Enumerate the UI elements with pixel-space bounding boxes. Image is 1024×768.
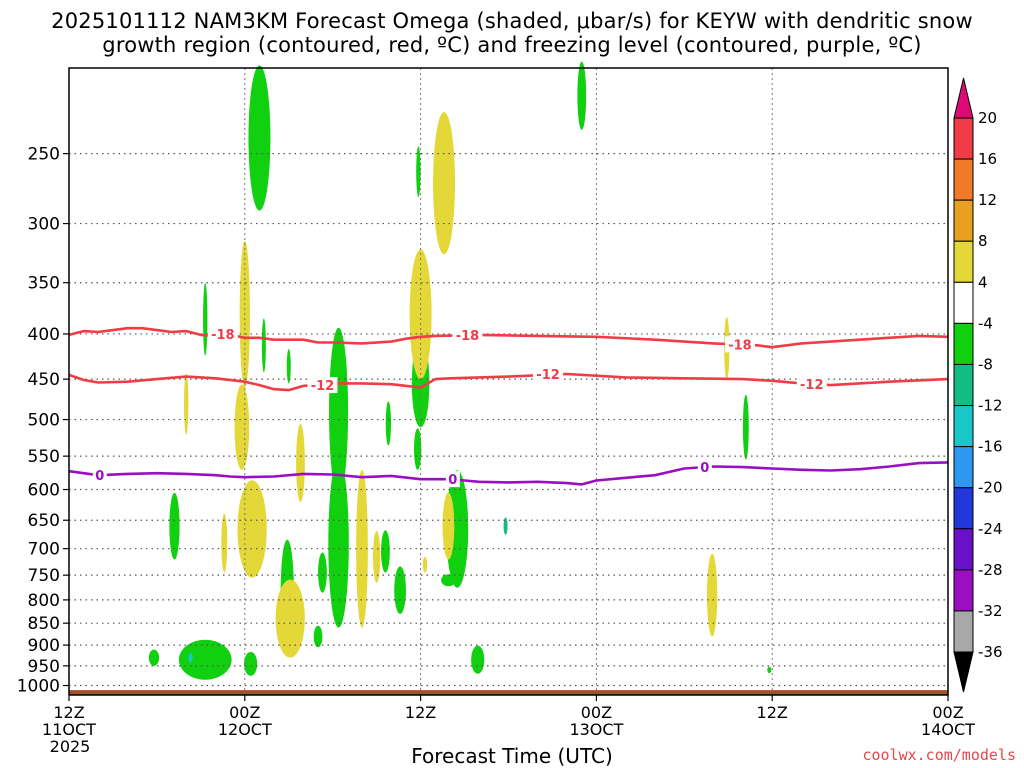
colorbar-label: -12 bbox=[978, 397, 1003, 415]
colorbar-label: -28 bbox=[978, 561, 1003, 579]
omega-shaded-region bbox=[394, 566, 406, 615]
contour-label: -18 bbox=[211, 328, 235, 343]
y-tick-label: 900 bbox=[28, 636, 60, 656]
omega-shaded-region bbox=[234, 384, 250, 470]
colorbar-band bbox=[953, 610, 974, 653]
omega-shaded-region bbox=[441, 574, 456, 587]
contour-label: -18 bbox=[456, 329, 480, 344]
omega-shaded-region bbox=[203, 283, 208, 356]
y-tick-label: 300 bbox=[28, 215, 60, 235]
omega-time-height-chart: -18 -18 -18 -12 -12 -12 0 0 0 250 300 350 400 450 500… bbox=[17, 61, 1003, 756]
omega-shaded-region bbox=[286, 348, 291, 384]
colorbar-band bbox=[953, 158, 974, 201]
y-tick-label: 350 bbox=[28, 274, 60, 294]
colorbar-band bbox=[953, 446, 974, 489]
colorbar-band bbox=[953, 199, 974, 242]
omega-shaded-region bbox=[442, 492, 455, 560]
contour-label: 0 bbox=[95, 469, 104, 484]
omega-shaded-region bbox=[169, 492, 180, 560]
omega-shaded-region bbox=[237, 480, 267, 578]
y-tick-label: 650 bbox=[28, 511, 60, 531]
colorbar-band bbox=[953, 528, 974, 571]
colorbar-label: 8 bbox=[978, 232, 988, 250]
omega-shaded-region bbox=[221, 513, 228, 573]
colorbar-label: 12 bbox=[978, 191, 997, 209]
x-tick-label: 12Z bbox=[405, 703, 436, 722]
omega-shaded-region bbox=[372, 530, 381, 583]
omega-shaded-region bbox=[261, 318, 266, 373]
contour-label: -12 bbox=[536, 368, 560, 383]
omega-shaded-region bbox=[313, 625, 323, 648]
colorbar-label: -4 bbox=[978, 314, 993, 332]
colorbar-band bbox=[953, 487, 974, 530]
y-tick-label: 250 bbox=[28, 145, 60, 165]
colorbar-label: -24 bbox=[978, 520, 1003, 538]
colorbar-label: 20 bbox=[978, 109, 997, 127]
colorbar-band bbox=[953, 117, 974, 160]
colorbar-band bbox=[953, 405, 974, 448]
colorbar-label: -36 bbox=[978, 643, 1003, 661]
y-tick-label: 700 bbox=[28, 540, 60, 560]
omega-shaded-region bbox=[148, 649, 160, 666]
omega-shaded-region bbox=[178, 639, 232, 680]
x-tick-label: 12Z bbox=[757, 703, 788, 722]
omega-shaded-region bbox=[296, 424, 305, 503]
x-tick-label: 13OCT bbox=[569, 720, 623, 739]
colorbar-band bbox=[953, 281, 974, 324]
y-tick-label: 550 bbox=[28, 447, 60, 467]
colorbar-label: -20 bbox=[978, 479, 1003, 497]
x-tick-label: 14OCT bbox=[921, 720, 975, 739]
y-tick-label: 950 bbox=[28, 657, 60, 677]
omega-shaded-region bbox=[471, 645, 485, 674]
omega-shaded-region bbox=[385, 401, 392, 446]
omega-shaded-region bbox=[422, 556, 428, 573]
y-tick-label: 500 bbox=[28, 411, 60, 431]
colorbar-band bbox=[953, 322, 974, 365]
colorbar: 20 16 12 8 4 -4 -8 -12 -16 -20 -24 -28 -32 -36 bbox=[953, 77, 1003, 693]
colorbar-top-arrow bbox=[953, 77, 974, 119]
colorbar-label: -32 bbox=[978, 602, 1003, 620]
y-tick-label: 400 bbox=[28, 325, 60, 345]
colorbar-label: 16 bbox=[978, 150, 997, 168]
omega-shaded-region bbox=[244, 651, 258, 676]
colorbar-label: -16 bbox=[978, 438, 1003, 456]
omega-shaded-region bbox=[328, 458, 349, 628]
omega-shaded-region bbox=[433, 112, 456, 255]
omega-shaded-region bbox=[318, 552, 327, 593]
contour-label: -18 bbox=[728, 338, 752, 353]
y-tick-label: 600 bbox=[28, 481, 60, 501]
y-tick-label: 450 bbox=[28, 370, 60, 390]
y-tick-label: 750 bbox=[28, 566, 60, 586]
colorbar-bottom-arrow bbox=[953, 651, 974, 693]
omega-shaded-region bbox=[707, 553, 718, 637]
colorbar-label: -8 bbox=[978, 355, 993, 373]
website-credit: coolwx.com/models bbox=[862, 746, 1016, 764]
contour-label: 0 bbox=[700, 461, 709, 476]
omega-shaded-region bbox=[767, 666, 772, 674]
omega-shaded-region bbox=[248, 65, 271, 211]
y-tick-label: 850 bbox=[28, 614, 60, 634]
y-tick-label: 1000 bbox=[17, 677, 60, 697]
colorbar-label: 4 bbox=[978, 273, 988, 291]
x-tick-label: 12OCT bbox=[218, 720, 272, 739]
omega-shaded-region bbox=[381, 530, 390, 573]
contour-label: 0 bbox=[448, 473, 457, 488]
omega-shaded-region bbox=[742, 394, 749, 460]
omega-shaded-region bbox=[275, 579, 305, 658]
colorbar-band bbox=[953, 240, 974, 283]
colorbar-band bbox=[953, 569, 974, 612]
omega-shaded-region bbox=[184, 373, 189, 435]
omega-shaded-region bbox=[188, 652, 193, 663]
y-tick-label: 800 bbox=[28, 591, 60, 611]
contour-label: -12 bbox=[311, 379, 335, 394]
contour-label: -12 bbox=[800, 378, 824, 393]
omega-shaded-region bbox=[577, 61, 587, 130]
colorbar-band bbox=[953, 363, 974, 407]
